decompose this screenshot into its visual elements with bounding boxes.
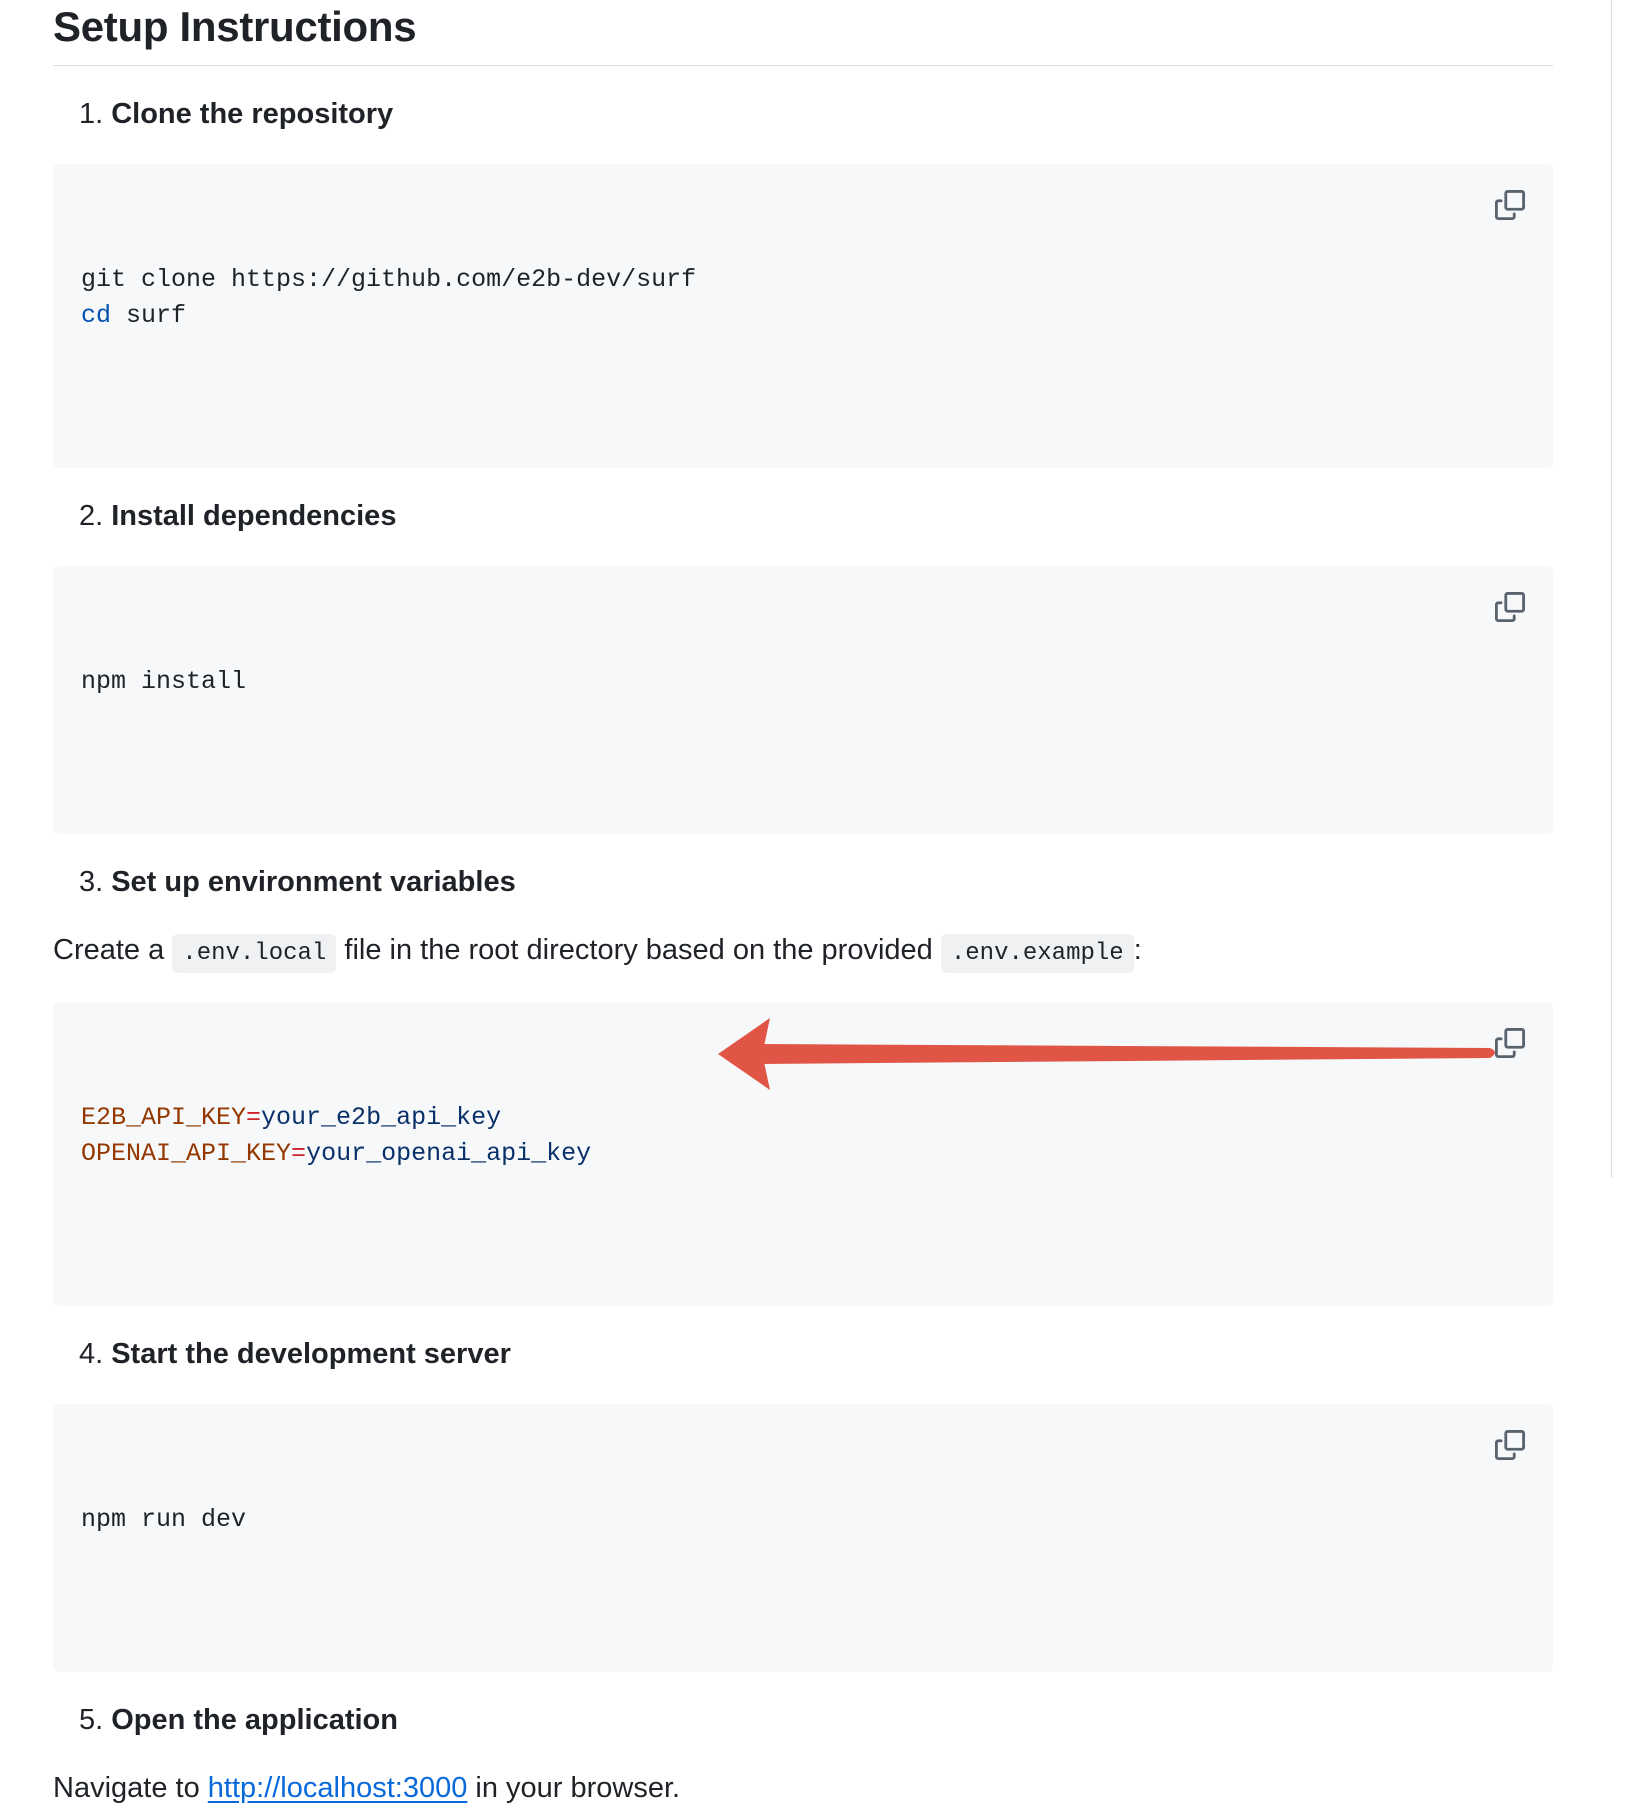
env-key: OPENAI_API_KEY: [81, 1139, 292, 1168]
step-number: 2.: [79, 500, 104, 532]
localhost-link[interactable]: http://localhost:3000: [208, 1772, 468, 1804]
code-args: clone https://github.com/e2b-dev/surf: [126, 265, 697, 294]
env-instructions: Create a .env.local file in the root dir…: [53, 928, 1553, 976]
step-title: Open the application: [111, 1704, 398, 1736]
copy-button[interactable]: [1493, 590, 1527, 624]
step-number: 5.: [79, 1704, 104, 1736]
heading-divider: [53, 65, 1553, 66]
env-equals: =: [246, 1103, 262, 1132]
code-args: surf: [111, 301, 187, 330]
env-key: E2B_API_KEY: [81, 1103, 247, 1132]
readme-page: Setup Instructions 1. Clone the repositor…: [0, 0, 1642, 1804]
code-line: git clone https://github.com/e2b-dev/sur…: [81, 262, 1525, 298]
code-line: npm run dev: [81, 1505, 247, 1534]
step-number: 1.: [79, 98, 104, 130]
right-divider: [1611, 0, 1612, 1178]
arrow-shaft: [758, 1044, 1495, 1064]
step-1-heading: 1. Clone the repository: [53, 94, 1553, 134]
markdown-body: Setup Instructions 1. Clone the repositor…: [53, 0, 1553, 1810]
step-5-heading: 5. Open the application: [53, 1700, 1553, 1740]
copy-icon: [1495, 592, 1525, 622]
step-2-heading: 2. Install dependencies: [53, 496, 1553, 536]
step-number: 3.: [79, 866, 104, 898]
copy-button[interactable]: [1493, 188, 1527, 222]
red-arrow-annotation: [718, 1018, 1495, 1090]
text-run: Create a: [53, 934, 173, 966]
code-line: cd surf: [81, 298, 1525, 334]
inline-code-env-local: .env.local: [172, 934, 337, 973]
step-3-heading: 3. Set up environment variables: [53, 862, 1553, 902]
code-command: git: [81, 265, 127, 294]
env-value: your_openai_api_key: [306, 1139, 592, 1168]
copy-icon: [1495, 190, 1525, 220]
env-value: your_e2b_api_key: [261, 1103, 502, 1132]
step-title: Start the development server: [111, 1338, 511, 1370]
step-title: Clone the repository: [111, 98, 394, 130]
env-equals: =: [291, 1139, 307, 1168]
section-heading: Setup Instructions: [53, 3, 417, 50]
step-title: Install dependencies: [111, 500, 397, 532]
code-block-clone[interactable]: git clone https://github.com/e2b-dev/sur…: [53, 164, 1553, 468]
step-4-heading: 4. Start the development server: [53, 1334, 1553, 1374]
code-block-dev[interactable]: npm run dev: [53, 1404, 1553, 1672]
code-keyword: cd: [81, 301, 112, 330]
step-title: Set up environment variables: [111, 866, 516, 898]
code-block-install[interactable]: npm install: [53, 566, 1553, 834]
text-run: file in the root directory based on the …: [336, 934, 941, 966]
code-line: OPENAI_API_KEY=your_openai_api_key: [81, 1136, 1525, 1172]
code-line: E2B_API_KEY=your_e2b_api_key: [81, 1100, 1525, 1136]
copy-button[interactable]: [1493, 1428, 1527, 1462]
inline-code-env-example: .env.example: [940, 934, 1134, 973]
copy-icon: [1495, 1430, 1525, 1460]
code-line: npm install: [81, 667, 247, 696]
open-app-instructions: Navigate to http://localhost:3000 in you…: [53, 1766, 1553, 1810]
step-number: 4.: [79, 1338, 104, 1370]
text-run: :: [1133, 934, 1142, 966]
text-run: Navigate to: [53, 1772, 208, 1804]
text-run: in your browser.: [467, 1772, 681, 1804]
